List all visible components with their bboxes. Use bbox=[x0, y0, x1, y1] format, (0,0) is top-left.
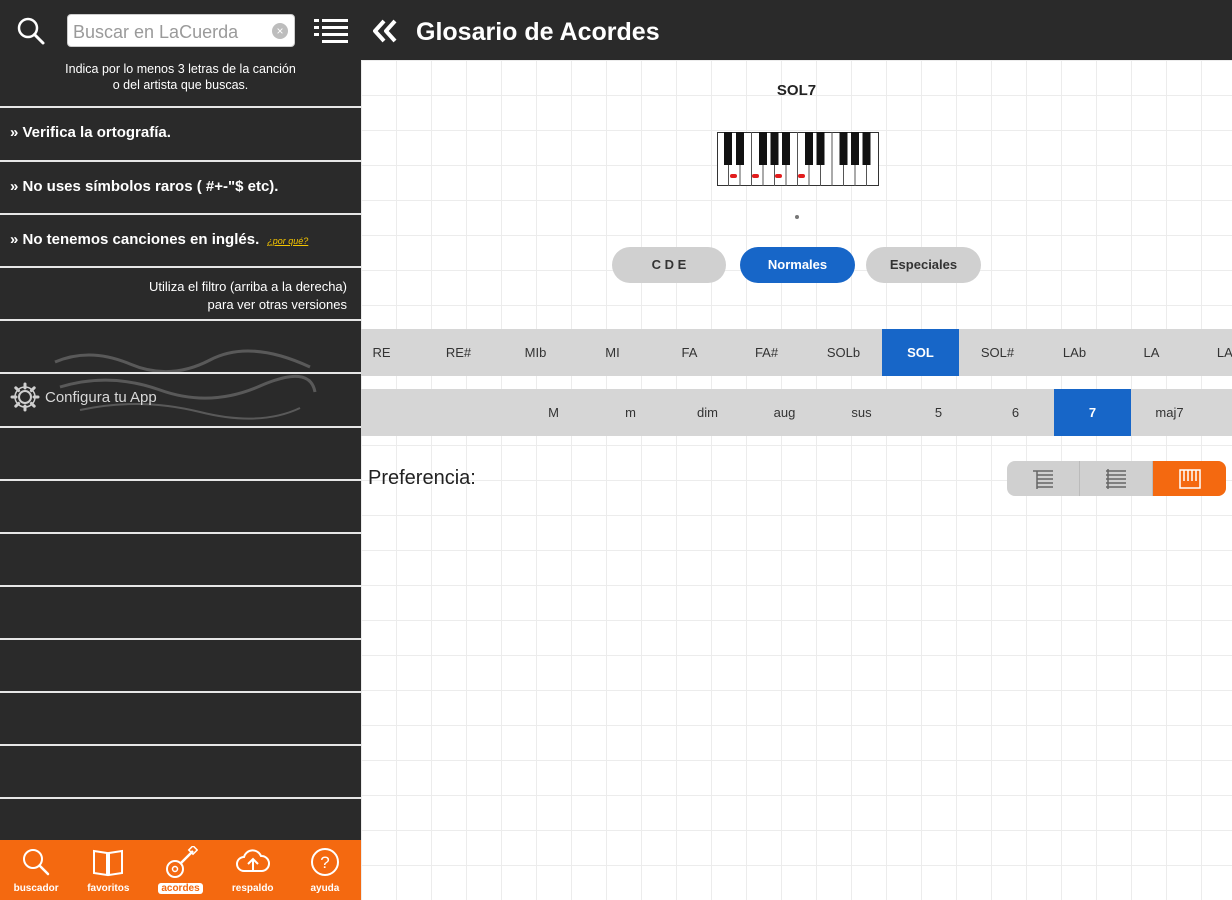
empty-row bbox=[0, 744, 361, 797]
note-option[interactable]: LAb bbox=[1036, 329, 1113, 376]
tab-favoritos[interactable]: favoritos bbox=[72, 840, 144, 900]
empty-row bbox=[0, 797, 361, 840]
tab-respaldo[interactable]: respaldo bbox=[217, 840, 289, 900]
tip-text: » Verifica la ortografía. bbox=[10, 124, 171, 141]
empty-row bbox=[0, 532, 361, 585]
preference-label: Preferencia: bbox=[368, 467, 476, 489]
note-option[interactable]: MIb bbox=[497, 329, 574, 376]
root-note-selector: RE RE# MIb MI FA FA# SOLb SOL SOL# LAb L… bbox=[361, 329, 1232, 376]
search-bar: × bbox=[0, 0, 361, 60]
piano-icon bbox=[1178, 468, 1201, 489]
config-label: Configura tu App bbox=[45, 389, 157, 406]
search-input[interactable] bbox=[73, 22, 268, 43]
note-option[interactable]: SOL# bbox=[959, 329, 1036, 376]
tip-text-label: » No tenemos canciones en inglés. bbox=[10, 231, 260, 248]
guitar-left-option[interactable] bbox=[1007, 461, 1080, 496]
mode-normales-button[interactable]: Normales bbox=[740, 247, 855, 283]
tab-label-text: acordes bbox=[158, 883, 203, 894]
cloud-upload-icon bbox=[235, 849, 270, 872]
empty-row bbox=[0, 691, 361, 744]
empty-row bbox=[0, 426, 361, 479]
tip-text: » No uses símbolos raros ( #+-"$ etc). bbox=[10, 178, 279, 195]
type-option[interactable]: aug bbox=[746, 389, 823, 436]
type-option[interactable]: M bbox=[515, 389, 592, 436]
clear-icon[interactable]: × bbox=[272, 23, 288, 39]
tab-label: ayuda bbox=[310, 883, 340, 894]
header-bar: Glosario de Acordes bbox=[361, 0, 1232, 60]
search-hint: Indica por lo menos 3 letras de la canci… bbox=[65, 62, 296, 92]
list-filter-icon[interactable] bbox=[314, 17, 348, 43]
filter-note-line: Utiliza el filtro (arriba a la derecha) bbox=[149, 279, 347, 294]
piano-diagram bbox=[717, 132, 879, 186]
search-icon bbox=[23, 849, 50, 876]
mode-selector: C D E Normales Especiales bbox=[361, 247, 1232, 283]
instrument-preference-toggle bbox=[1007, 461, 1226, 496]
type-option[interactable]: m bbox=[592, 389, 669, 436]
chord-type-selector: M m dim aug sus 5 6 7 maj7 bbox=[361, 389, 1232, 436]
book-icon bbox=[93, 849, 124, 877]
empty-row bbox=[0, 585, 361, 638]
config-button[interactable]: Configura tu App bbox=[0, 372, 361, 426]
type-option[interactable]: 5 bbox=[900, 389, 977, 436]
filter-note-line: para ver otras versiones bbox=[207, 297, 347, 312]
filter-note-row: Utiliza el filtro (arriba a la derecha) … bbox=[0, 266, 361, 319]
gear-icon bbox=[10, 382, 40, 412]
type-option[interactable]: 6 bbox=[977, 389, 1054, 436]
note-option[interactable]: RE# bbox=[420, 329, 497, 376]
tab-bar: buscador favoritos acordes respaldo ? ay… bbox=[0, 840, 361, 900]
type-option[interactable]: maj7 bbox=[1131, 389, 1208, 436]
piano-option[interactable] bbox=[1153, 461, 1226, 496]
note-option-selected[interactable]: SOL bbox=[882, 329, 959, 376]
mode-especiales-button[interactable]: Especiales bbox=[866, 247, 981, 283]
help-icon: ? bbox=[310, 848, 339, 876]
tab-label: buscador bbox=[13, 883, 59, 894]
type-option[interactable]: sus bbox=[823, 389, 900, 436]
note-option[interactable]: FA# bbox=[728, 329, 805, 376]
chord-glossary: SOL 7 C D E Normales Especiales RE RE# MI… bbox=[361, 60, 1232, 900]
empty-row bbox=[0, 638, 361, 691]
guitar-right-icon bbox=[1106, 468, 1126, 489]
note-option[interactable]: SOLb bbox=[805, 329, 882, 376]
tip-row: » No tenemos canciones en inglés. ¿por qu… bbox=[0, 213, 361, 266]
tab-label: favoritos bbox=[87, 883, 130, 894]
guitar-left-icon bbox=[1033, 469, 1053, 489]
empty-row bbox=[0, 479, 361, 532]
tab-label: acordes bbox=[144, 883, 216, 894]
why-link[interactable]: ¿por qué? bbox=[267, 236, 308, 246]
tip-row: » No uses símbolos raros ( #+-"$ etc). bbox=[0, 160, 361, 213]
tip-text: » No tenemos canciones en inglés. ¿por qu… bbox=[10, 231, 308, 248]
guitar-right-option[interactable] bbox=[1080, 461, 1153, 496]
note-option[interactable]: RE bbox=[361, 329, 420, 376]
filter-note: Utiliza el filtro (arriba a la derecha) … bbox=[149, 278, 347, 314]
chord-name: SOL7 bbox=[776, 82, 817, 99]
guitar-icon bbox=[165, 846, 198, 878]
search-field[interactable]: × bbox=[67, 14, 295, 47]
note-option[interactable]: FA bbox=[651, 329, 728, 376]
tab-label: respaldo bbox=[231, 883, 274, 894]
sidebar: × Indica por lo menos 3 letras de la can… bbox=[0, 0, 361, 900]
svg-text:?: ? bbox=[320, 853, 329, 872]
tip-row: » Verifica la ortografía. bbox=[0, 106, 361, 160]
tab-ayuda[interactable]: ? ayuda bbox=[289, 840, 361, 900]
mode-cde-button[interactable]: C D E bbox=[612, 247, 726, 283]
type-option[interactable]: dim bbox=[669, 389, 746, 436]
note-option[interactable]: MI bbox=[574, 329, 651, 376]
type-option-selected[interactable]: 7 bbox=[1054, 389, 1131, 436]
back-chevron-icon[interactable] bbox=[371, 18, 399, 44]
page-indicator-dot bbox=[795, 215, 799, 219]
note-option[interactable]: LA bbox=[1113, 329, 1190, 376]
note-option[interactable]: LA# bbox=[1190, 329, 1232, 376]
search-icon[interactable] bbox=[16, 16, 46, 46]
tab-acordes[interactable]: acordes bbox=[144, 840, 216, 900]
page-title: Glosario de Acordes bbox=[416, 18, 660, 46]
tab-buscador[interactable]: buscador bbox=[0, 840, 72, 900]
app-window: × Indica por lo menos 3 letras de la can… bbox=[0, 0, 1232, 900]
